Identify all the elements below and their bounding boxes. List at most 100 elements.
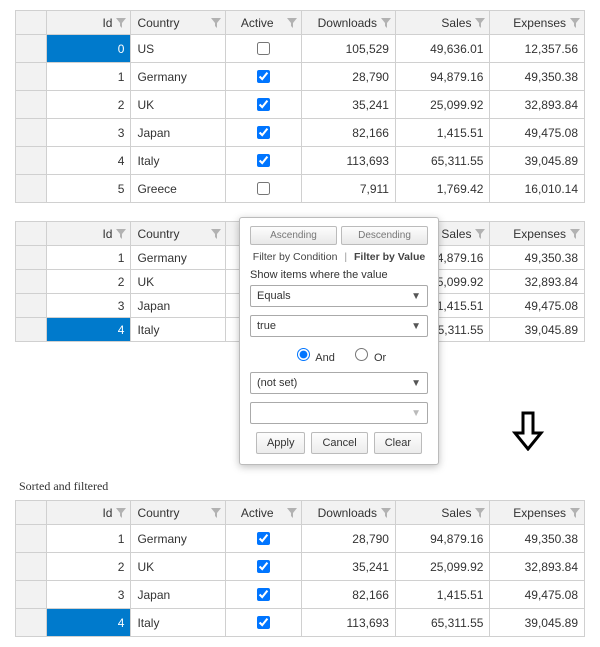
table-row[interactable]: 4Italy113,69365,311.5539,045.89 [16, 609, 585, 637]
column-header-id[interactable]: Id [47, 501, 131, 525]
filter-icon[interactable] [570, 508, 580, 518]
cell-sales[interactable]: 25,099.92 [395, 91, 489, 119]
sort-descending-button[interactable]: Descending [341, 226, 428, 245]
row-header[interactable] [16, 270, 47, 294]
cell-downloads[interactable]: 113,693 [301, 147, 395, 175]
filter-value-1[interactable]: true▼ [250, 315, 428, 337]
filter-icon[interactable] [475, 229, 485, 239]
column-header-id[interactable]: Id [47, 11, 131, 35]
cell-downloads[interactable]: 28,790 [301, 525, 395, 553]
column-header-downloads[interactable]: Downloads [301, 501, 395, 525]
cell-sales[interactable]: 94,879.16 [395, 525, 489, 553]
cell-country[interactable]: US [131, 35, 225, 63]
cell-id[interactable]: 1 [47, 525, 131, 553]
cell-expenses[interactable]: 32,893.84 [490, 270, 585, 294]
cell-country[interactable]: UK [131, 553, 225, 581]
cell-expenses[interactable]: 39,045.89 [490, 147, 585, 175]
cell-active[interactable] [225, 581, 301, 609]
cell-id[interactable]: 4 [47, 318, 131, 342]
cell-sales[interactable]: 1,769.42 [395, 175, 489, 203]
cell-expenses[interactable]: 39,045.89 [490, 318, 585, 342]
cell-downloads[interactable]: 82,166 [301, 119, 395, 147]
tab-filter-by-value[interactable]: Filter by Value [354, 251, 425, 263]
cell-expenses[interactable]: 16,010.14 [490, 175, 585, 203]
cell-expenses[interactable]: 49,350.38 [490, 63, 585, 91]
active-checkbox[interactable] [257, 154, 270, 167]
cell-sales[interactable]: 65,311.55 [395, 147, 489, 175]
table-row[interactable]: 4Italy113,69365,311.5539,045.89 [16, 147, 585, 175]
cell-id[interactable]: 2 [47, 270, 131, 294]
cell-sales[interactable]: 25,099.92 [395, 553, 489, 581]
cell-id[interactable]: 3 [47, 581, 131, 609]
column-header-expenses[interactable]: Expenses [490, 11, 585, 35]
cell-active[interactable] [225, 63, 301, 91]
table-row[interactable]: 5Greece7,9111,769.4216,010.14 [16, 175, 585, 203]
active-checkbox[interactable] [257, 42, 270, 55]
column-header-sales[interactable]: Sales [395, 11, 489, 35]
cell-downloads[interactable]: 7,911 [301, 175, 395, 203]
cell-country[interactable]: Japan [131, 119, 225, 147]
column-header-country[interactable]: Country [131, 501, 225, 525]
cell-country[interactable]: Japan [131, 581, 225, 609]
column-header-expenses[interactable]: Expenses [490, 222, 585, 246]
cell-expenses[interactable]: 12,357.56 [490, 35, 585, 63]
table-row[interactable]: 1Germany28,79094,879.1649,350.38 [16, 525, 585, 553]
row-header[interactable] [16, 609, 47, 637]
table-row[interactable]: 2UK35,24125,099.9232,893.84 [16, 553, 585, 581]
cell-country[interactable]: Germany [131, 525, 225, 553]
cell-sales[interactable]: 65,311.55 [395, 609, 489, 637]
active-checkbox[interactable] [257, 126, 270, 139]
active-checkbox[interactable] [257, 98, 270, 111]
cell-id[interactable]: 3 [47, 119, 131, 147]
filter-icon[interactable] [116, 18, 126, 28]
filter-icon[interactable] [211, 229, 221, 239]
row-header[interactable] [16, 525, 47, 553]
cell-id[interactable]: 5 [47, 175, 131, 203]
filter-icon[interactable] [381, 18, 391, 28]
column-header-downloads[interactable]: Downloads [301, 11, 395, 35]
cell-id[interactable]: 2 [47, 91, 131, 119]
cancel-button[interactable]: Cancel [311, 432, 367, 454]
cell-country[interactable]: Italy [131, 147, 225, 175]
cell-expenses[interactable]: 39,045.89 [490, 609, 585, 637]
cell-id[interactable]: 1 [47, 63, 131, 91]
cell-downloads[interactable]: 105,529 [301, 35, 395, 63]
filter-icon[interactable] [116, 229, 126, 239]
cell-expenses[interactable]: 32,893.84 [490, 91, 585, 119]
filter-icon[interactable] [381, 508, 391, 518]
filter-icon[interactable] [211, 508, 221, 518]
active-checkbox[interactable] [257, 532, 270, 545]
cell-expenses[interactable]: 32,893.84 [490, 553, 585, 581]
row-header[interactable] [16, 553, 47, 581]
row-header[interactable] [16, 63, 47, 91]
cell-downloads[interactable]: 28,790 [301, 63, 395, 91]
cell-sales[interactable]: 49,636.01 [395, 35, 489, 63]
cell-downloads[interactable]: 35,241 [301, 91, 395, 119]
cell-id[interactable]: 4 [47, 609, 131, 637]
row-header[interactable] [16, 175, 47, 203]
filter-icon[interactable] [211, 18, 221, 28]
cell-country[interactable]: Japan [131, 294, 225, 318]
cell-active[interactable] [225, 35, 301, 63]
filter-icon[interactable] [570, 229, 580, 239]
cell-active[interactable] [225, 147, 301, 175]
filter-logic-or[interactable]: Or [350, 352, 386, 364]
tab-filter-by-condition[interactable]: Filter by Condition [253, 251, 338, 263]
filter-operator-1[interactable]: Equals▼ [250, 285, 428, 307]
cell-expenses[interactable]: 49,475.08 [490, 294, 585, 318]
cell-country[interactable]: Germany [131, 246, 225, 270]
filter-operator-2[interactable]: (not set)▼ [250, 372, 428, 394]
cell-active[interactable] [225, 525, 301, 553]
row-header[interactable] [16, 581, 47, 609]
data-grid-initial[interactable]: IdCountryActiveDownloadsSalesExpenses 0U… [15, 10, 585, 203]
row-header[interactable] [16, 91, 47, 119]
cell-active[interactable] [225, 553, 301, 581]
active-checkbox[interactable] [257, 616, 270, 629]
cell-id[interactable]: 3 [47, 294, 131, 318]
apply-button[interactable]: Apply [256, 432, 306, 454]
row-header[interactable] [16, 35, 47, 63]
cell-country[interactable]: UK [131, 91, 225, 119]
row-header[interactable] [16, 246, 47, 270]
cell-sales[interactable]: 94,879.16 [395, 63, 489, 91]
cell-country[interactable]: Italy [131, 609, 225, 637]
